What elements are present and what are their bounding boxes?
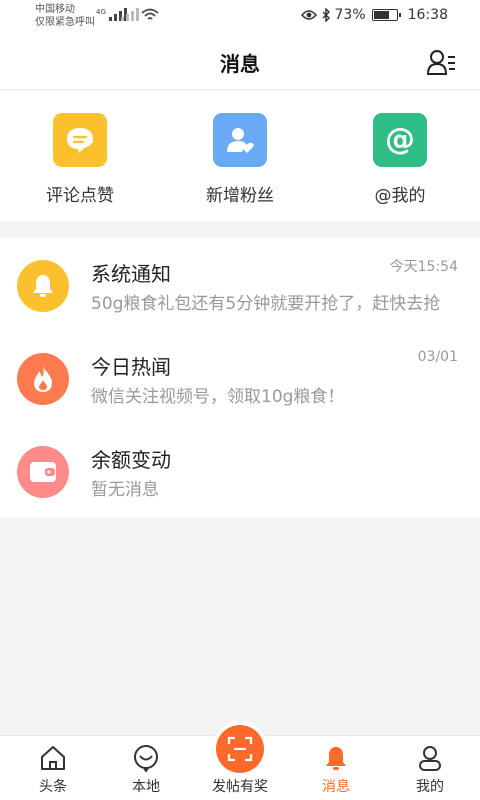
message-preview: 50g粮食礼包还有5分钟就要开抢了，赶快去抢 — [91, 294, 441, 314]
comments-likes-button[interactable]: 评论点赞 — [20, 113, 140, 206]
clock: 16:38 — [407, 7, 448, 23]
status-bar: 中国移动 仅限紧急呼叫 4G 73% 16:38 — [0, 0, 480, 34]
message-preview: 暂无消息 — [91, 480, 159, 500]
scan-icon — [227, 736, 253, 762]
message-item-system[interactable]: 系统通知 50g粮食礼包还有5分钟就要开抢了，赶快去抢 今天15:54 — [0, 238, 480, 331]
wifi-icon — [141, 8, 159, 20]
mentions-button[interactable]: @ @我的 — [340, 113, 460, 206]
message-list: 系统通知 50g粮食礼包还有5分钟就要开抢了，赶快去抢 今天15:54 今日热闻… — [0, 238, 480, 518]
comment-icon — [53, 113, 107, 167]
message-item-news[interactable]: 今日热闻 微信关注视频号，领取10g粮食！ 03/01 — [0, 331, 480, 424]
publish-button[interactable] — [216, 725, 264, 773]
carrier-info: 中国移动 仅限紧急呼叫 — [35, 3, 95, 29]
message-time: 03/01 — [417, 349, 458, 365]
battery-percent: 73% — [334, 7, 366, 23]
new-fans-button[interactable]: 新增粉丝 — [180, 113, 300, 206]
message-preview: 微信关注视频号，领取10g粮食！ — [91, 387, 345, 407]
contacts-list-icon[interactable] — [426, 48, 456, 76]
wallet-icon — [17, 446, 69, 498]
eye-comfort-icon — [300, 10, 317, 20]
flame-icon — [17, 353, 69, 405]
local-icon — [134, 745, 158, 772]
message-title: 余额变动 — [91, 448, 171, 472]
network-type: 4G — [96, 8, 106, 16]
signal-strength-2-icon — [121, 8, 139, 21]
message-item-balance[interactable]: 余额变动 暂无消息 — [0, 424, 480, 517]
bell-icon — [17, 260, 69, 312]
quick-action-label: 评论点赞 — [46, 186, 114, 206]
message-title: 系统通知 — [91, 262, 171, 286]
tab-profile[interactable]: 我的 — [382, 736, 478, 800]
page-header: 消息 — [0, 34, 480, 90]
tab-label: 我的 — [416, 779, 444, 795]
tab-headlines[interactable]: 头条 — [5, 736, 101, 800]
emergency-only-text: 仅限紧急呼叫 — [35, 17, 95, 28]
tab-label: 消息 — [322, 779, 350, 795]
profile-icon — [419, 746, 441, 771]
tab-local[interactable]: 本地 — [98, 736, 194, 800]
tab-label: 头条 — [39, 779, 67, 795]
message-title: 今日热闻 — [91, 355, 171, 379]
carrier-name: 中国移动 — [35, 4, 75, 15]
tab-messages[interactable]: 消息 — [288, 736, 384, 800]
quick-action-label: @我的 — [374, 186, 426, 206]
battery-icon — [371, 9, 401, 21]
bell-icon — [326, 747, 346, 770]
quick-action-label: 新增粉丝 — [206, 186, 274, 206]
status-right: 73% 16:38 — [300, 7, 448, 23]
tab-label: 本地 — [132, 779, 160, 795]
tab-label: 发帖有奖 — [212, 779, 268, 795]
at-icon: @ — [373, 113, 427, 167]
page-title: 消息 — [220, 52, 260, 76]
message-time: 今天15:54 — [389, 259, 458, 275]
bluetooth-icon — [322, 8, 330, 22]
quick-actions: 评论点赞 新增粉丝 @ @我的 — [0, 91, 480, 221]
home-icon — [41, 746, 65, 770]
new-fans-icon — [213, 113, 267, 167]
